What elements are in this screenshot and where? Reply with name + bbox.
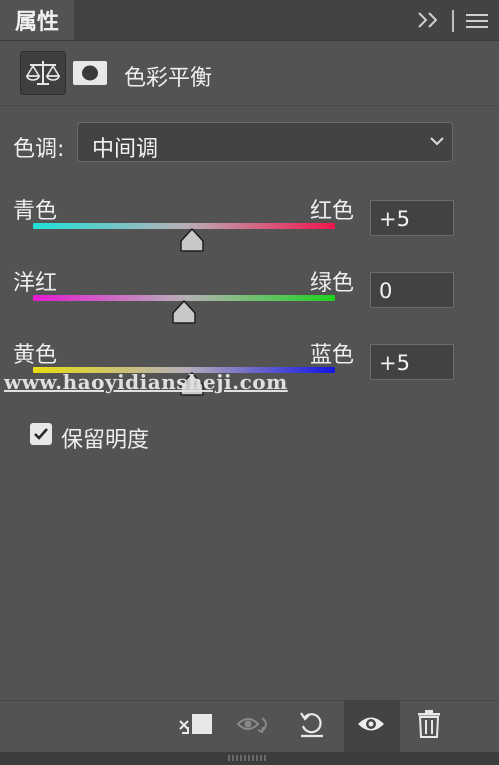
cyan-red-slider-thumb[interactable] — [179, 228, 205, 252]
double-chevron-right-icon[interactable] — [414, 8, 442, 32]
reset-icon[interactable] — [297, 709, 327, 739]
divider — [452, 10, 454, 32]
trash-icon[interactable] — [417, 709, 441, 739]
slider-cyan-label: 青色 — [13, 199, 58, 224]
slider-blue-label: 蓝色 — [310, 343, 355, 368]
tab-properties[interactable]: 属性 — [0, 0, 74, 40]
chevron-down-icon — [430, 137, 444, 146]
slider-red-label: 红色 — [310, 199, 355, 224]
preserve-luminosity-label: 保留明度 — [61, 428, 150, 453]
view-previous-state-icon[interactable] — [236, 712, 274, 736]
watermark-text: www.haoyidiansheji.com — [4, 370, 288, 394]
tone-select-value: 中间调 — [92, 137, 159, 162]
cyan-red-value-input[interactable]: +5 — [370, 200, 454, 236]
tone-select[interactable]: 中间调 — [77, 122, 453, 162]
resize-grip-icon[interactable] — [228, 755, 268, 761]
balance-scale-icon — [26, 61, 60, 85]
mask-icon[interactable] — [72, 58, 108, 88]
checkmark-icon — [34, 428, 48, 440]
yellow-blue-value: +5 — [379, 351, 410, 375]
magenta-green-slider-thumb[interactable] — [171, 300, 197, 324]
adjustment-title: 色彩平衡 — [124, 66, 213, 91]
slider-magenta-label: 洋红 — [13, 271, 58, 296]
clip-to-layer-icon[interactable] — [178, 711, 214, 737]
preserve-luminosity-checkbox[interactable] — [30, 423, 52, 445]
magenta-green-value-input[interactable]: 0 — [370, 272, 454, 308]
eye-icon[interactable] — [356, 713, 386, 735]
magenta-green-value: 0 — [379, 279, 393, 303]
cyan-red-value: +5 — [379, 207, 410, 231]
yellow-blue-value-input[interactable]: +5 — [370, 344, 454, 380]
hamburger-menu-icon[interactable] — [464, 10, 490, 32]
adjustment-type-button[interactable] — [20, 51, 66, 95]
tone-label: 色调: — [13, 137, 65, 162]
slider-green-label: 绿色 — [310, 271, 355, 296]
slider-yellow-label: 黄色 — [13, 343, 58, 368]
